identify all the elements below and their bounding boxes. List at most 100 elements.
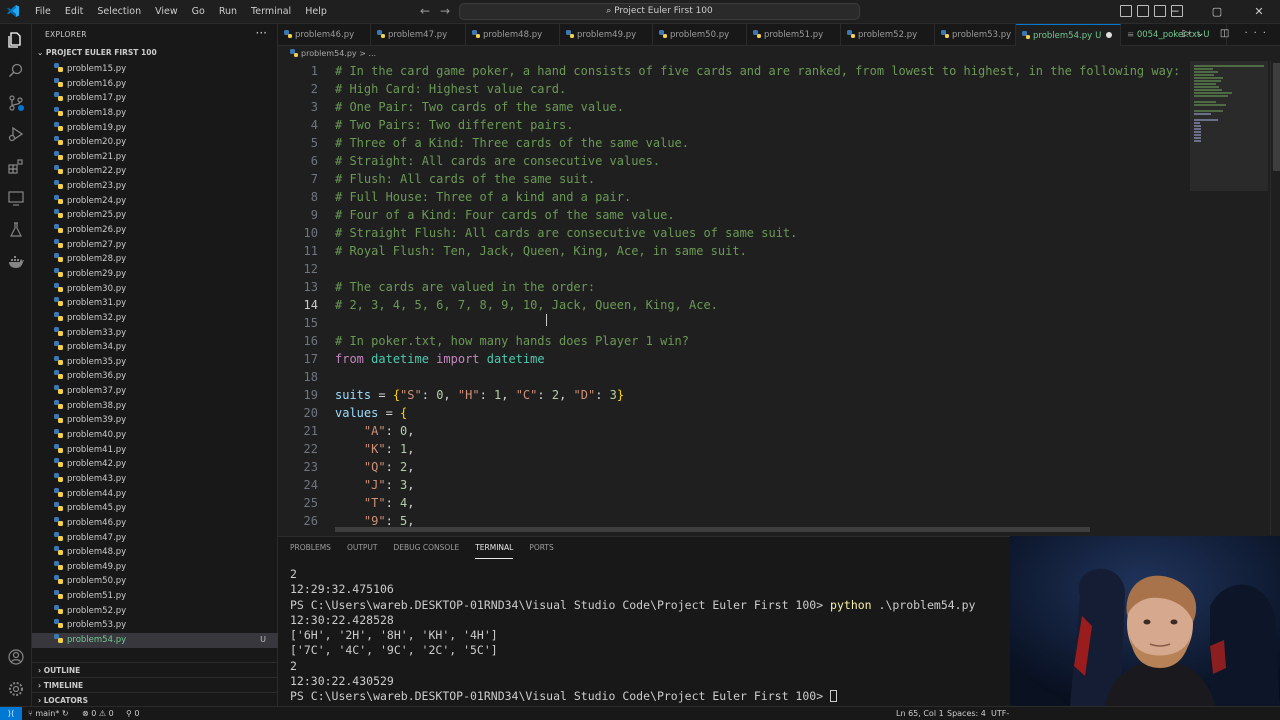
horizontal-scrollbar[interactable]: [335, 527, 1090, 532]
encoding[interactable]: UTF-: [991, 707, 1009, 720]
problems-indicator[interactable]: ⊗ 0 ⚠ 0: [82, 707, 114, 720]
file-item[interactable]: problem51.py: [32, 589, 278, 604]
file-item[interactable]: problem26.py: [32, 223, 278, 238]
indentation[interactable]: Spaces: 4: [947, 707, 986, 720]
menu-go[interactable]: Go: [185, 0, 212, 24]
file-item[interactable]: problem35.py: [32, 355, 278, 370]
vertical-scrollbar[interactable]: [1270, 61, 1280, 535]
maximize-button[interactable]: ▢: [1196, 0, 1238, 23]
file-item[interactable]: problem34.py: [32, 340, 278, 355]
file-item[interactable]: problem53.py: [32, 618, 278, 633]
editor-tab[interactable]: problem51.py: [747, 24, 841, 46]
accounts-icon[interactable]: [7, 648, 25, 666]
file-item[interactable]: problem25.py: [32, 208, 278, 223]
breadcrumb[interactable]: problem54.py > ...: [278, 46, 1280, 61]
panel-tab-debug-console[interactable]: DEBUG CONSOLE: [394, 537, 460, 559]
file-item[interactable]: problem28.py: [32, 252, 278, 267]
file-item[interactable]: problem52.py: [32, 604, 278, 619]
more-actions-icon[interactable]: ···: [256, 26, 267, 40]
explorer-icon[interactable]: [7, 31, 25, 49]
testing-icon[interactable]: [7, 221, 25, 239]
file-item[interactable]: problem48.py: [32, 545, 278, 560]
unsaved-dot-icon[interactable]: [1106, 32, 1113, 38]
file-item[interactable]: problem47.py: [32, 531, 278, 546]
locators-section[interactable]: › LOCATORS: [32, 692, 278, 707]
editor-tab[interactable]: problem49.py: [560, 24, 653, 46]
editor-tab[interactable]: problem54.py U: [1016, 24, 1121, 46]
settings-gear-icon[interactable]: [7, 680, 25, 698]
close-button[interactable]: ✕: [1238, 0, 1280, 23]
file-item[interactable]: problem41.py: [32, 443, 278, 458]
file-item[interactable]: problem36.py: [32, 369, 278, 384]
file-item[interactable]: problem33.py: [32, 326, 278, 341]
file-item[interactable]: problem19.py: [32, 121, 278, 136]
file-item[interactable]: problem45.py: [32, 501, 278, 516]
extensions-icon[interactable]: [7, 157, 25, 175]
file-item[interactable]: problem27.py: [32, 238, 278, 253]
nav-arrows[interactable]: ←→: [420, 4, 460, 18]
editor-tab[interactable]: problem48.py: [466, 24, 560, 46]
file-item[interactable]: problem46.py: [32, 516, 278, 531]
file-item[interactable]: problem30.py: [32, 282, 278, 297]
file-item[interactable]: problem29.py: [32, 267, 278, 282]
menu-selection[interactable]: Selection: [90, 0, 148, 24]
scrollbar-thumb[interactable]: [1273, 63, 1280, 171]
project-folder[interactable]: ⌄ PROJECT EULER FIRST 100: [37, 48, 157, 57]
panel-tab-problems[interactable]: PROBLEMS: [290, 537, 331, 559]
file-item[interactable]: problem23.py: [32, 179, 278, 194]
editor-tab[interactable]: problem50.py: [653, 24, 747, 46]
toggle-panel-icon[interactable]: [1137, 5, 1149, 17]
docker-icon[interactable]: [7, 253, 25, 271]
toggle-sidebar-icon[interactable]: [1120, 5, 1132, 17]
editor-tab[interactable]: problem47.py: [371, 24, 466, 46]
file-item[interactable]: problem38.py: [32, 399, 278, 414]
file-item[interactable]: problem24.py: [32, 194, 278, 209]
source-control-icon[interactable]: [7, 94, 25, 112]
file-item[interactable]: problem21.py: [32, 150, 278, 165]
minimap[interactable]: [1190, 61, 1268, 535]
panel-tab-terminal[interactable]: TERMINAL: [475, 537, 514, 559]
menu-run[interactable]: Run: [212, 0, 244, 24]
file-item[interactable]: problem43.py: [32, 472, 278, 487]
file-item[interactable]: problem15.py: [32, 62, 278, 77]
cursor-position[interactable]: Ln 65, Col 1: [896, 707, 944, 720]
minimize-button[interactable]: ─: [1154, 0, 1196, 23]
file-item[interactable]: problem39.py: [32, 413, 278, 428]
editor-tab[interactable]: problem53.py: [935, 24, 1016, 46]
ports-indicator[interactable]: ⚲ 0: [126, 707, 140, 720]
run-debug-icon[interactable]: [7, 125, 25, 143]
file-item[interactable]: problem44.py: [32, 487, 278, 502]
terminal-output[interactable]: 2 12:29:32.475106 PS C:\Users\wareb.DESKTO…: [290, 567, 975, 705]
editor-tab[interactable]: problem52.py: [841, 24, 935, 46]
menu-edit[interactable]: Edit: [58, 0, 90, 24]
editor-actions[interactable]: ▷⌄ ◫ ···: [1183, 28, 1272, 39]
file-item[interactable]: problem49.py: [32, 560, 278, 575]
panel-tab-output[interactable]: OUTPUT: [347, 537, 378, 559]
menu-file[interactable]: File: [28, 0, 58, 24]
file-item[interactable]: problem16.py: [32, 77, 278, 92]
outline-section[interactable]: › OUTLINE: [32, 662, 278, 677]
menu-help[interactable]: Help: [298, 0, 334, 24]
search-icon[interactable]: [7, 62, 25, 80]
editor-tab[interactable]: problem46.py: [278, 24, 371, 46]
file-item[interactable]: problem20.py: [32, 135, 278, 150]
file-item[interactable]: problem40.py: [32, 428, 278, 443]
file-item[interactable]: problem54.py U: [32, 632, 278, 648]
code-editor[interactable]: 1 # In the card game poker, a hand consis…: [278, 61, 1280, 535]
file-item[interactable]: problem18.py: [32, 106, 278, 121]
file-item[interactable]: problem42.py: [32, 457, 278, 472]
file-item[interactable]: problem17.py: [32, 91, 278, 106]
file-item[interactable]: problem32.py: [32, 311, 278, 326]
menu-terminal[interactable]: Terminal: [244, 0, 298, 24]
command-center[interactable]: ⌕ Project Euler First 100: [459, 3, 860, 20]
remote-explorer-icon[interactable]: [7, 189, 25, 207]
file-item[interactable]: problem22.py: [32, 164, 278, 179]
panel-tab-ports[interactable]: PORTS: [529, 537, 553, 559]
git-branch[interactable]: ⑂ main* ↻: [28, 707, 69, 720]
menu-view[interactable]: View: [148, 0, 185, 24]
file-item[interactable]: problem37.py: [32, 384, 278, 399]
timeline-section[interactable]: › TIMELINE: [32, 677, 278, 692]
remote-indicator-icon[interactable]: ⟩⟨: [0, 707, 22, 720]
sync-icon[interactable]: ↻: [62, 709, 69, 718]
file-item[interactable]: problem50.py: [32, 574, 278, 589]
